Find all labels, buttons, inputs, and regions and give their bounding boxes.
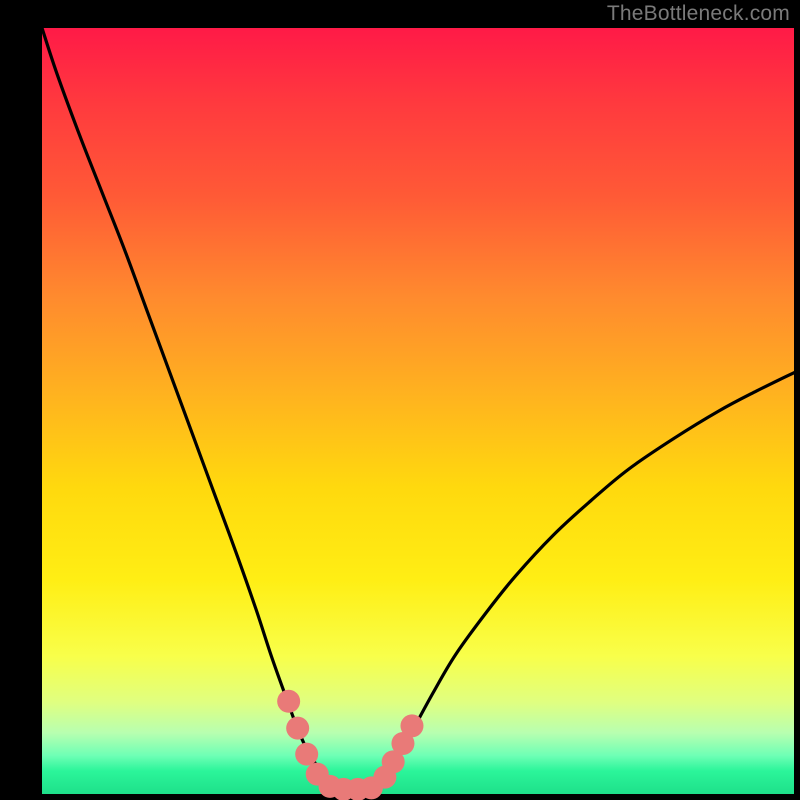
curve-marker xyxy=(295,743,318,766)
bottleneck-curve xyxy=(42,28,794,790)
curve-marker xyxy=(286,717,309,740)
chart-svg xyxy=(0,0,800,800)
chart-frame: TheBottleneck.com xyxy=(0,0,800,800)
curve-marker xyxy=(400,714,423,737)
curve-marker xyxy=(277,690,300,713)
watermark-label: TheBottleneck.com xyxy=(607,2,790,26)
curve-markers xyxy=(277,690,423,800)
